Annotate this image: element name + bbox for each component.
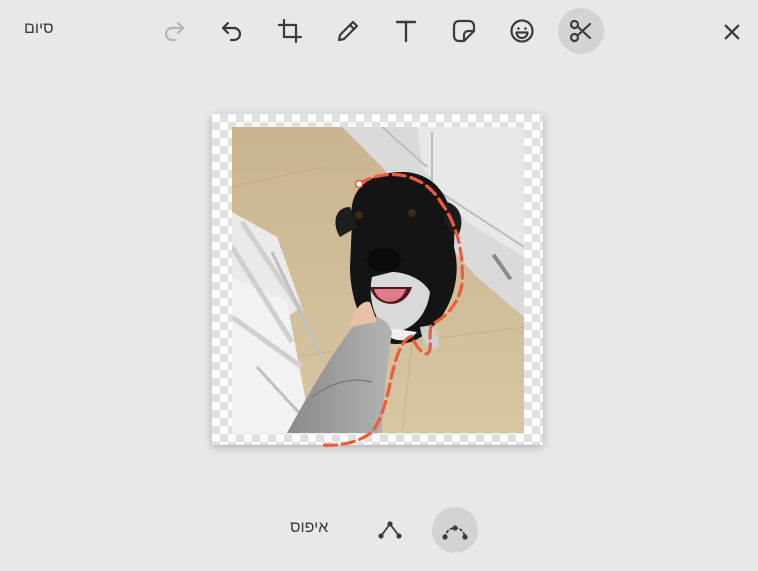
crop-icon xyxy=(277,18,303,44)
text-button[interactable] xyxy=(383,8,429,54)
pencil-icon xyxy=(337,20,359,42)
undo-icon xyxy=(221,21,242,42)
close-button[interactable] xyxy=(714,14,750,50)
polygon-icon xyxy=(378,521,402,539)
polygon-mode-button[interactable] xyxy=(367,507,413,553)
close-icon xyxy=(724,24,740,40)
draw-button[interactable] xyxy=(325,8,371,54)
redo-icon xyxy=(164,21,185,42)
cutout-button[interactable] xyxy=(558,8,604,54)
editor-toolbar: סיום xyxy=(0,0,758,62)
undo-button[interactable] xyxy=(209,8,255,54)
path-start-handle[interactable] xyxy=(354,179,364,189)
cutout-selection-path xyxy=(320,172,464,447)
curve-icon xyxy=(442,525,468,540)
reset-button[interactable]: איפוס xyxy=(290,519,328,537)
cutout-options-bar: איפוס xyxy=(0,505,758,555)
sticker-button[interactable] xyxy=(441,8,487,54)
text-icon xyxy=(395,20,417,43)
redo-button[interactable] xyxy=(151,8,197,54)
curve-mode-button[interactable] xyxy=(432,507,478,553)
sticker-icon xyxy=(452,19,476,43)
scissors-icon xyxy=(569,19,592,43)
crop-button[interactable] xyxy=(267,8,313,54)
emoji-icon xyxy=(510,19,534,43)
done-button[interactable]: סיום xyxy=(24,20,54,38)
emoji-button[interactable] xyxy=(499,8,545,54)
